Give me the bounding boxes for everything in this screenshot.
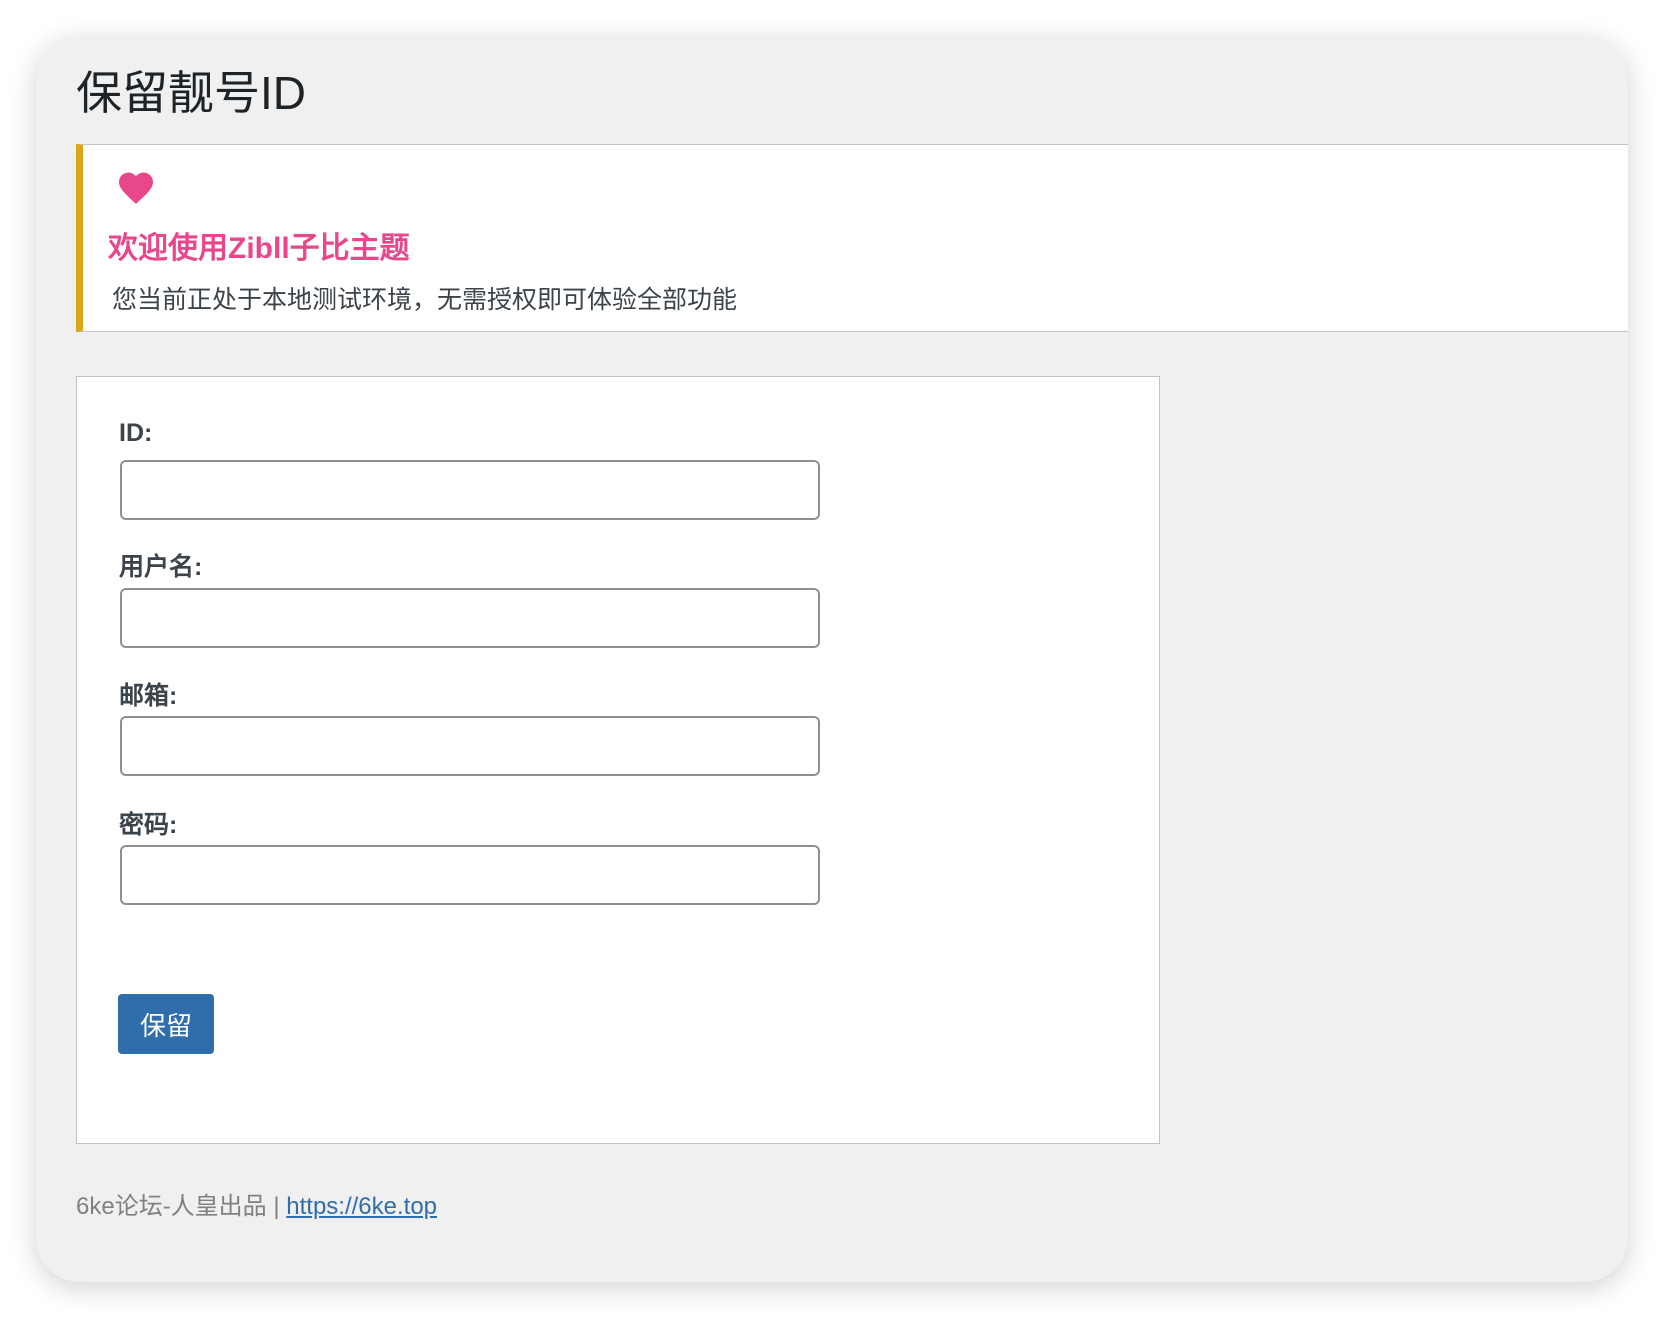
notice-title: 欢迎使用Zibll子比主题	[108, 223, 410, 267]
email-label: 邮箱:	[119, 676, 177, 712]
reserve-id-form: ID: 用户名: 邮箱: 密码: 保留	[76, 376, 1160, 1144]
id-label: ID:	[119, 419, 152, 448]
id-input[interactable]	[120, 460, 820, 520]
footer-link[interactable]: https://6ke.top	[286, 1193, 437, 1220]
reserve-button[interactable]: 保留	[118, 994, 214, 1054]
app-window: 保留靓号ID 欢迎使用Zibll子比主题 您当前正处于本地测试环境，无需授权即可…	[36, 36, 1628, 1282]
footer: 6ke论坛-人皇出品 | https://6ke.top	[76, 1186, 437, 1221]
notice-message: 您当前正处于本地测试环境，无需授权即可体验全部功能	[112, 280, 737, 316]
heart-icon	[116, 169, 156, 205]
footer-separator: |	[267, 1193, 287, 1220]
page-title: 保留靓号ID	[76, 66, 306, 121]
footer-text: 6ke论坛-人皇出品	[76, 1193, 267, 1220]
password-label: 密码:	[119, 805, 177, 841]
password-input[interactable]	[120, 845, 820, 905]
notice-banner: 欢迎使用Zibll子比主题 您当前正处于本地测试环境，无需授权即可体验全部功能	[76, 144, 1628, 332]
username-input[interactable]	[120, 588, 820, 648]
username-label: 用户名:	[119, 547, 202, 583]
email-input[interactable]	[120, 716, 820, 776]
